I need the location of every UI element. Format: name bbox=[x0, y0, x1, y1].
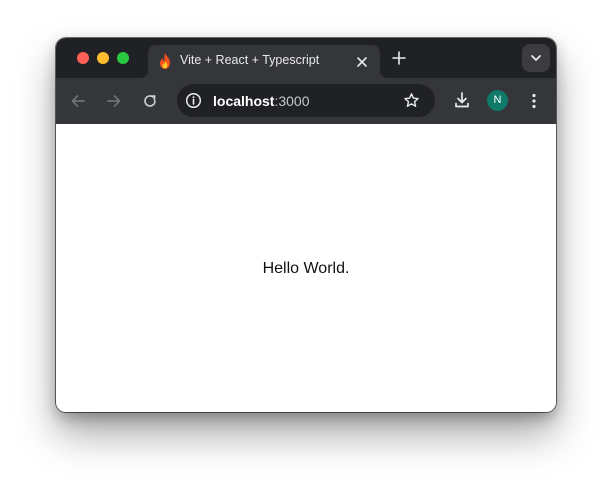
title-bar: Vite + React + Typescript bbox=[56, 38, 556, 78]
browser-window: Vite + React + Typescript localhost:3000… bbox=[56, 38, 556, 412]
url-host: localhost bbox=[213, 93, 275, 109]
tab-active[interactable]: Vite + React + Typescript bbox=[140, 45, 388, 78]
star-icon[interactable] bbox=[403, 92, 420, 109]
new-tab-plus-icon[interactable] bbox=[392, 51, 406, 65]
chevron-down-icon bbox=[531, 55, 541, 61]
fire-icon bbox=[157, 52, 173, 70]
forward-arrow-icon[interactable] bbox=[105, 92, 123, 110]
hello-message: Hello World. bbox=[262, 260, 350, 277]
kebab-menu-icon[interactable] bbox=[525, 92, 543, 110]
back-arrow-icon[interactable] bbox=[69, 92, 87, 110]
url-text[interactable]: localhost:3000 bbox=[213, 93, 310, 109]
reload-icon[interactable] bbox=[141, 92, 159, 110]
url-port: :3000 bbox=[274, 93, 310, 109]
window-close-button[interactable] bbox=[77, 52, 89, 64]
browser-toolbar: localhost:3000 N bbox=[56, 78, 556, 124]
tab-close-icon[interactable] bbox=[356, 55, 368, 67]
info-icon[interactable] bbox=[185, 92, 202, 109]
tab-search-button[interactable] bbox=[522, 44, 550, 72]
window-maximize-button[interactable] bbox=[117, 52, 129, 64]
window-minimize-button[interactable] bbox=[97, 52, 109, 64]
download-icon[interactable] bbox=[453, 91, 471, 109]
tab-title: Vite + React + Typescript bbox=[180, 53, 320, 67]
address-bar[interactable]: localhost:3000 bbox=[177, 84, 435, 117]
page-content: Hello World. bbox=[56, 124, 556, 412]
profile-avatar[interactable]: N bbox=[487, 90, 508, 111]
